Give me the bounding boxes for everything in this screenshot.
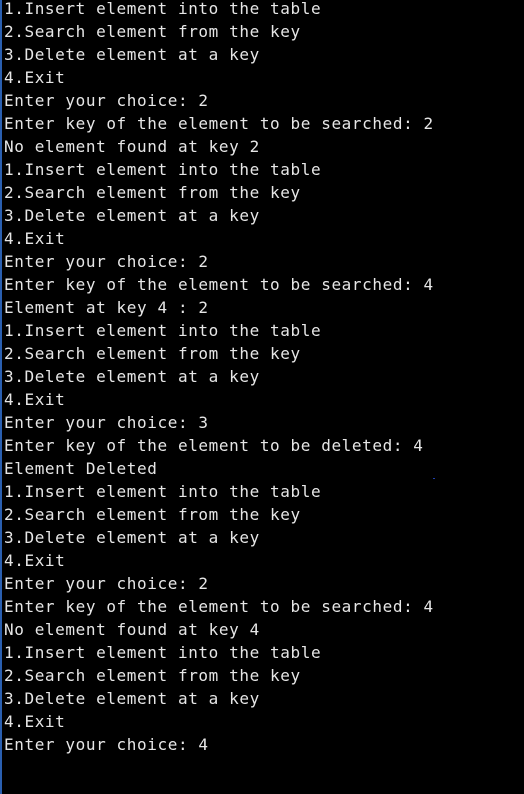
console-output: 1.Insert element into the table 2.Search… bbox=[4, 0, 434, 756]
console-line: Enter key of the element to be searched:… bbox=[4, 275, 434, 294]
console-line: 1.Insert element into the table bbox=[4, 0, 322, 18]
stray-pixel bbox=[433, 478, 435, 479]
console-line: Enter your choice: 3 bbox=[4, 413, 209, 432]
console-line: No element found at key 4 bbox=[4, 620, 260, 639]
console-line: Enter your choice: 2 bbox=[4, 252, 209, 271]
console-line: Enter key of the element to be deleted: … bbox=[4, 436, 424, 455]
console-line: 1.Insert element into the table bbox=[4, 321, 322, 340]
console-line: 1.Insert element into the table bbox=[4, 160, 322, 179]
console-line: 3.Delete element at a key bbox=[4, 528, 260, 547]
console-line: 4.Exit bbox=[4, 712, 66, 731]
console-line: 2.Search element from the key bbox=[4, 666, 301, 685]
console-line: 1.Insert element into the table bbox=[4, 643, 322, 662]
console-line: Element Deleted bbox=[4, 459, 158, 478]
console-line: 3.Delete element at a key bbox=[4, 689, 260, 708]
console-line: Enter your choice: 2 bbox=[4, 91, 209, 110]
console-line: 3.Delete element at a key bbox=[4, 206, 260, 225]
console-line: 3.Delete element at a key bbox=[4, 45, 260, 64]
console-line: Enter your choice: 4 bbox=[4, 735, 209, 754]
console-line: 1.Insert element into the table bbox=[4, 482, 322, 501]
console-line: 4.Exit bbox=[4, 229, 66, 248]
console-line: Enter key of the element to be searched:… bbox=[4, 114, 434, 133]
console-line: 2.Search element from the key bbox=[4, 183, 301, 202]
console-line: 2.Search element from the key bbox=[4, 22, 301, 41]
console-line: 2.Search element from the key bbox=[4, 344, 301, 363]
console-line: 2.Search element from the key bbox=[4, 505, 301, 524]
console-line: 4.Exit bbox=[4, 551, 66, 570]
console-line: Enter key of the element to be searched:… bbox=[4, 597, 434, 616]
console-line: Element at key 4 : 2 bbox=[4, 298, 209, 317]
console-line: Enter your choice: 2 bbox=[4, 574, 209, 593]
console-line: No element found at key 2 bbox=[4, 137, 260, 156]
console-line: 4.Exit bbox=[4, 390, 66, 409]
console-line: 4.Exit bbox=[4, 68, 66, 87]
console-window[interactable]: 1.Insert element into the table 2.Search… bbox=[0, 0, 524, 794]
console-line: 3.Delete element at a key bbox=[4, 367, 260, 386]
